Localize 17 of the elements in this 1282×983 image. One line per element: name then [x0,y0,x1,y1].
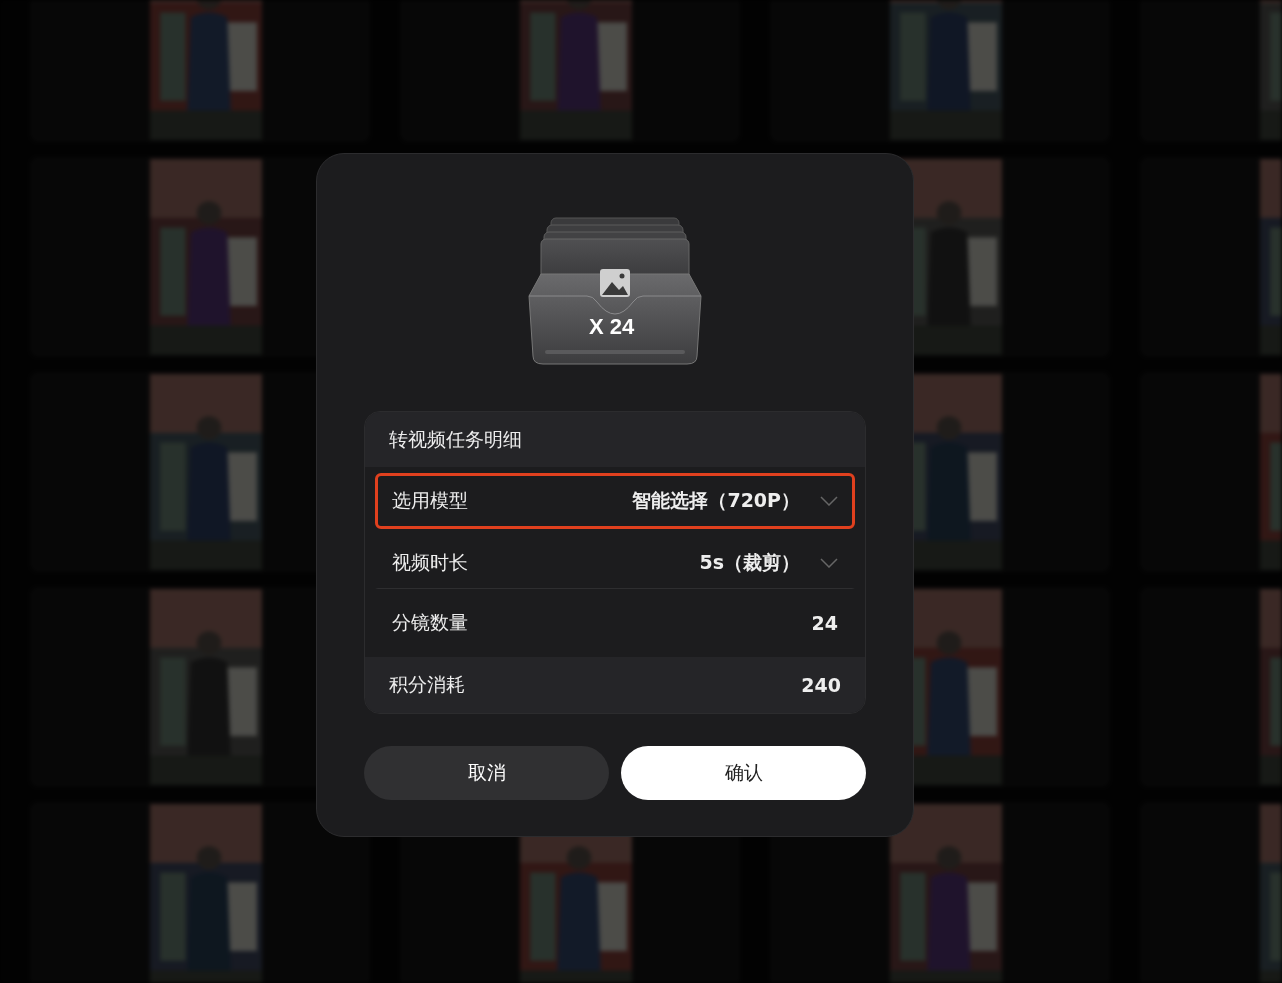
dropdown-row[interactable]: 视频时长 5s（裁剪） [375,535,855,589]
photo-tray-icon [527,216,703,366]
row-label: 视频时长 [392,550,469,575]
row-value: 5s（裁剪） [699,550,800,575]
row-label: 分镜数量 [392,610,469,635]
row-label: 选用模型 [392,488,469,513]
dropdown-row[interactable]: 选用模型 智能选择（720P） [375,473,855,529]
row-value: 24 [811,612,838,634]
confirm-button[interactable]: 确认 [621,746,866,800]
count-label: X 24 [589,314,635,340]
chevron-down-icon [820,558,838,568]
row-value: 240 [801,674,841,696]
row-value: 智能选择（720P） [632,488,800,513]
cancel-button[interactable]: 取消 [364,746,609,800]
panel-title: 转视频任务明细 [365,412,865,467]
chevron-down-icon [820,496,838,506]
row-label: 积分消耗 [389,672,466,697]
